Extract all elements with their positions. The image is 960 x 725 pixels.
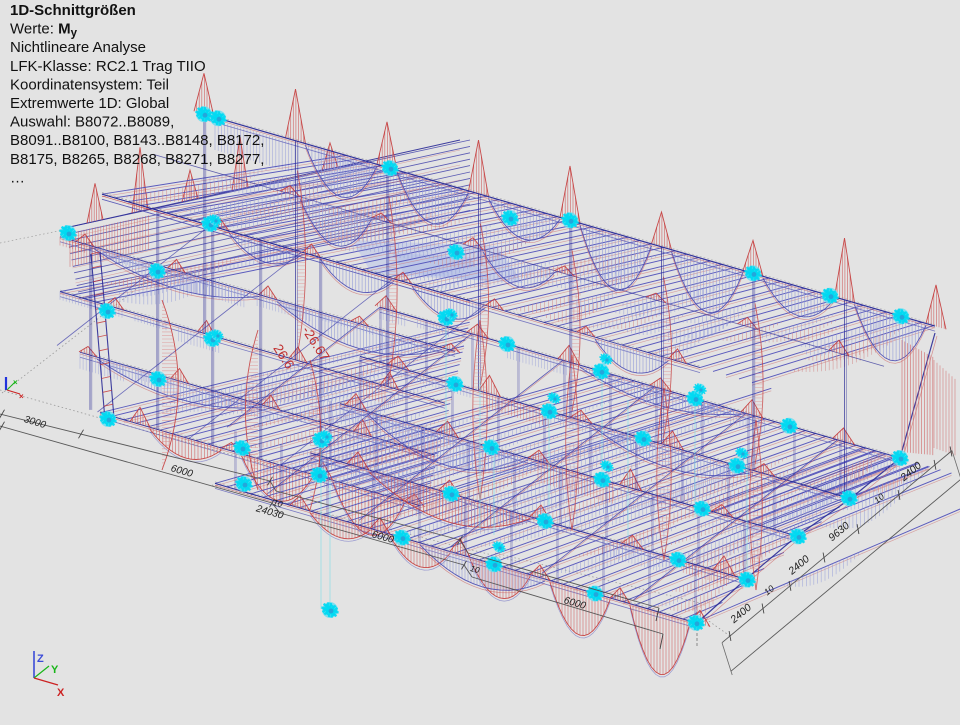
svg-text:1D-Schnittgrößen: 1D-Schnittgrößen	[10, 2, 136, 19]
svg-text:…: …	[10, 169, 25, 186]
svg-text:Nichtlineare Analyse: Nichtlineare Analyse	[10, 39, 146, 56]
svg-text:Z: Z	[37, 653, 44, 665]
svg-text:B8175, B8265, B8268, B8271, B8: B8175, B8265, B8268, B8271, B8277,	[10, 151, 264, 168]
svg-text:Auswahl: B8072..B8089,: Auswahl: B8072..B8089,	[10, 114, 174, 131]
svg-text:×: ×	[13, 378, 18, 387]
svg-text:X: X	[57, 687, 65, 699]
svg-text:Y: Y	[51, 664, 59, 676]
svg-text:×: ×	[19, 392, 24, 401]
svg-text:Koordinatensystem: Teil: Koordinatensystem: Teil	[10, 76, 169, 93]
svg-text:Werte: My: Werte: My	[10, 21, 78, 40]
svg-text:Extremwerte 1D: Global: Extremwerte 1D: Global	[10, 95, 169, 112]
svg-text:B8091..B8100, B8143..B8148, B8: B8091..B8100, B8143..B8148, B8172,	[10, 132, 264, 149]
svg-text:LFK-Klasse: RC2.1 Trag TIIO: LFK-Klasse: RC2.1 Trag TIIO	[10, 58, 206, 75]
